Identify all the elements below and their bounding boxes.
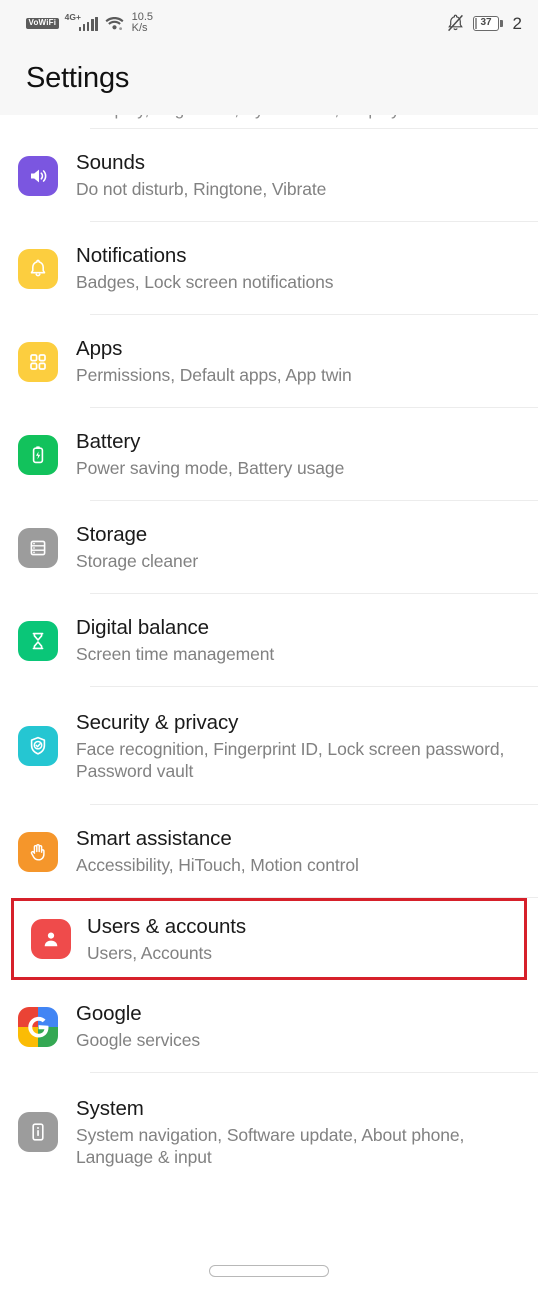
battery-percent-label: 37 [480, 17, 492, 28]
speaker-icon [0, 155, 76, 196]
settings-item-battery[interactable]: Battery Power saving mode, Battery usage [0, 408, 538, 501]
wifi-icon [105, 16, 124, 31]
clipped-previous-row[interactable]: Display, Brightness, Eye comfort, Displa… [0, 115, 538, 129]
settings-item-google[interactable]: Google Google services [0, 980, 538, 1073]
signal-bars [78, 16, 98, 31]
settings-item-subtitle: Face recognition, Fingerprint ID, Lock s… [76, 738, 505, 781]
network-speed-unit: K/s [131, 22, 148, 34]
settings-item-subtitle: Power saving mode, Battery usage [76, 458, 345, 479]
settings-item-subtitle: Do not disturb, Ringtone, Vibrate [76, 179, 327, 200]
apps-grid-icon [0, 341, 76, 382]
settings-item-storage[interactable]: Storage Storage cleaner [0, 501, 538, 594]
settings-item-title: Battery [76, 430, 141, 454]
settings-item-users-accounts[interactable]: Users & accounts Users, Accounts [11, 898, 527, 980]
signal-bars-icon: 4G+ [64, 11, 98, 31]
settings-item-sounds[interactable]: Sounds Do not disturb, Ringtone, Vibrate [0, 129, 538, 222]
settings-item-apps[interactable]: Apps Permissions, Default apps, App twin [0, 315, 538, 408]
storage-stack-icon [0, 527, 76, 568]
page-title: Settings [26, 62, 130, 94]
settings-item-system[interactable]: System System navigation, Software updat… [0, 1073, 538, 1191]
settings-item-smart-assistance[interactable]: Smart assistance Accessibility, HiTouch,… [0, 805, 538, 898]
status-bar-right: 37 2 [447, 14, 522, 32]
google-logo-icon [0, 1006, 76, 1047]
settings-item-title: Digital balance [76, 616, 209, 640]
shield-check-icon [0, 726, 76, 766]
settings-item-texts: Apps Permissions, Default apps, App twin [76, 336, 524, 386]
settings-item-texts: Users & accounts Users, Accounts [87, 914, 524, 964]
settings-item-texts: System System navigation, Software updat… [76, 1096, 524, 1168]
hand-icon [0, 831, 76, 872]
settings-item-subtitle: Screen time management [76, 644, 275, 665]
settings-item-texts: Battery Power saving mode, Battery usage [76, 429, 524, 479]
settings-item-title: Notifications [76, 244, 187, 268]
settings-item-title: Sounds [76, 151, 145, 175]
settings-item-texts: Notifications Badges, Lock screen notifi… [76, 243, 524, 293]
settings-item-subtitle: Accessibility, HiTouch, Motion control [76, 855, 359, 876]
status-bar-left: VoWiFi 4G+ 10.5 K/s [26, 10, 154, 35]
settings-list[interactable]: Display, Brightness, Eye comfort, Displa… [0, 115, 538, 1242]
settings-item-title: Storage [76, 523, 148, 547]
home-gesture-pill[interactable] [209, 1265, 329, 1277]
settings-item-digital-balance[interactable]: Digital balance Screen time management [0, 594, 538, 687]
user-account-icon [14, 919, 87, 959]
settings-item-subtitle: Storage cleaner [76, 551, 199, 572]
hourglass-icon [0, 620, 76, 661]
vowifi-icon: VoWiFi [26, 17, 59, 29]
navigation-bar [0, 1242, 538, 1300]
settings-item-subtitle: Permissions, Default apps, App twin [76, 365, 352, 386]
settings-item-title: Security & privacy [76, 710, 239, 734]
settings-item-texts: Google Google services [76, 1001, 524, 1051]
settings-item-subtitle: Google services [76, 1030, 200, 1051]
clipped-row-label: Display, Brightness, Eye comfort, Displa… [90, 115, 400, 120]
status-bar: VoWiFi 4G+ 10.5 K/s 37 2 [0, 0, 538, 46]
settings-item-title: System [76, 1096, 144, 1120]
network-speed-value: 10.5 [131, 10, 154, 23]
settings-item-title: Users & accounts [87, 914, 247, 938]
page-header: Settings [0, 46, 538, 115]
settings-item-subtitle: System navigation, Software update, Abou… [76, 1124, 465, 1167]
settings-item-notifications[interactable]: Notifications Badges, Lock screen notifi… [0, 222, 538, 315]
settings-item-title: Smart assistance [76, 827, 232, 851]
bell-icon [0, 248, 76, 289]
settings-item-texts: Digital balance Screen time management [76, 615, 524, 665]
battery-bolt-icon [0, 434, 76, 475]
network-type-label: 4G+ [64, 11, 81, 22]
clock-label: 2 [512, 13, 522, 33]
phone-info-icon [0, 1112, 76, 1152]
settings-item-title: Google [76, 1002, 142, 1026]
settings-item-security-privacy[interactable]: Security & privacy Face recognition, Fin… [0, 687, 538, 805]
settings-item-texts: Smart assistance Accessibility, HiTouch,… [76, 826, 524, 876]
bell-muted-icon [447, 14, 464, 32]
settings-item-title: Apps [76, 337, 123, 361]
settings-item-subtitle: Users, Accounts [87, 942, 212, 963]
settings-item-texts: Security & privacy Face recognition, Fin… [76, 710, 524, 782]
phone-screen: VoWiFi 4G+ 10.5 K/s 37 2 Settings Sounds… [0, 0, 538, 1300]
battery-icon: 37 [473, 15, 503, 31]
network-speed-indicator: 10.5 K/s [131, 10, 154, 35]
settings-item-subtitle: Badges, Lock screen notifications [76, 272, 334, 293]
settings-item-texts: Storage Storage cleaner [76, 522, 524, 572]
settings-item-texts: Sounds Do not disturb, Ringtone, Vibrate [76, 150, 524, 200]
